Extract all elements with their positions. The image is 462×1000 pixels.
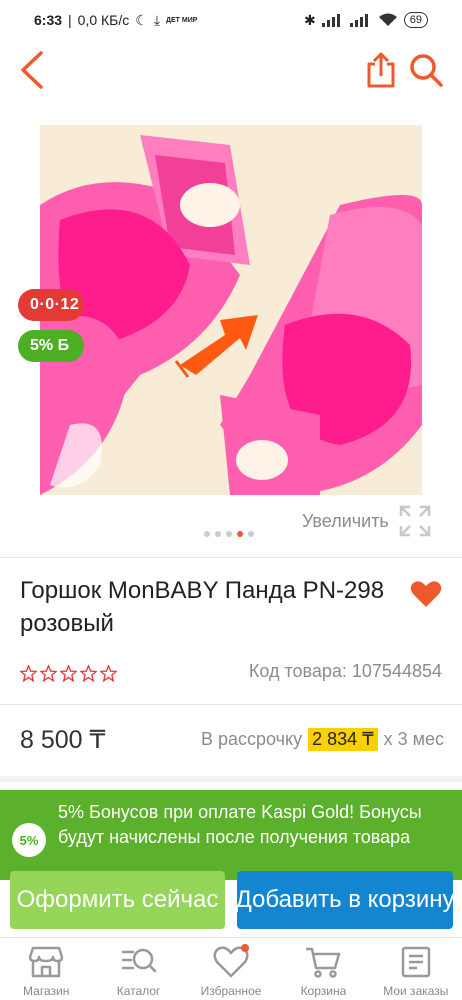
gallery-dot[interactable] xyxy=(204,531,210,537)
nav-label: Корзина xyxy=(300,984,347,998)
nav-item-cart[interactable]: Корзина xyxy=(277,938,369,1000)
star-outline-icon xyxy=(100,665,117,682)
installment-amount: 2 834 ₸ xyxy=(308,728,378,751)
wifi-icon xyxy=(378,13,397,26)
share-icon xyxy=(367,52,395,88)
bonus-banner[interactable]: 5% 5% Бонусов при оплате Kaspi Gold! Бон… xyxy=(0,790,462,880)
product-price: 8 500 ₸ xyxy=(20,726,106,754)
section-divider xyxy=(0,704,462,705)
nav-item-orders[interactable]: Мои заказы xyxy=(370,938,462,1000)
nav-item-store[interactable]: Магазин xyxy=(0,938,92,1000)
nav-label: Мои заказы xyxy=(383,984,449,998)
star-outline-icon xyxy=(40,665,57,682)
share-button[interactable] xyxy=(362,48,400,92)
signal-icon xyxy=(321,14,340,27)
signal-icon-2 xyxy=(349,14,368,27)
installment-suffix: x 3 мес xyxy=(383,729,444,749)
bonus-text: 5% Бонусов при оплате Kaspi Gold! Бонусы… xyxy=(58,802,422,847)
status-time: 6:33 xyxy=(34,12,63,28)
product-photo xyxy=(40,125,422,495)
download-icon: ⤓ xyxy=(153,11,161,28)
section-divider xyxy=(0,776,462,782)
installment-info: В рассрочку 2 834 ₸ x 3 мес xyxy=(201,728,444,751)
gallery-dot[interactable] xyxy=(248,531,254,537)
buy-now-button[interactable]: Оформить сейчас xyxy=(10,871,225,929)
bonus-badge: 5% Б xyxy=(18,330,84,362)
add-to-cart-button[interactable]: Добавить в корзину xyxy=(237,871,453,929)
status-left: 6:33 | 0,0 КБ/с ☾ ⤓ ДЕТ МИР xyxy=(34,12,197,29)
section-divider xyxy=(0,557,462,558)
status-right: ✱ 69 xyxy=(304,12,428,29)
gallery-dot[interactable] xyxy=(215,531,221,537)
app-header xyxy=(0,40,462,102)
nav-item-favorites[interactable]: Избранное xyxy=(185,938,277,1000)
nav-label: Избранное xyxy=(200,984,262,998)
back-button[interactable] xyxy=(12,48,52,92)
favorite-button[interactable] xyxy=(406,576,446,612)
chevron-left-icon xyxy=(21,51,43,89)
search-icon xyxy=(410,54,443,87)
zoom-label: Увеличить xyxy=(302,510,389,531)
notification-dot xyxy=(240,944,249,952)
bonus-percent-icon: 5% xyxy=(12,823,46,857)
installment-badge: 0·0·12 xyxy=(18,289,84,321)
product-image[interactable] xyxy=(40,125,422,495)
search-button[interactable] xyxy=(404,48,448,92)
nav-label: Каталог xyxy=(116,984,161,998)
app-mini-logo: ДЕТ МИР xyxy=(166,16,198,24)
gallery-pagination xyxy=(204,531,254,537)
star-outline-icon xyxy=(60,665,77,682)
status-bar: 6:33 | 0,0 КБ/с ☾ ⤓ ДЕТ МИР ✱ 69 xyxy=(0,0,462,40)
star-outline-icon xyxy=(20,665,37,682)
cart-icon xyxy=(306,947,341,978)
product-page: 6:33 | 0,0 КБ/с ☾ ⤓ ДЕТ МИР ✱ 69 0·0·12 … xyxy=(0,0,462,1000)
catalog-search-icon xyxy=(121,948,156,973)
rating-stars xyxy=(20,665,117,682)
battery-indicator: 69 xyxy=(403,12,428,28)
heart-filled-icon xyxy=(410,581,442,607)
status-speed: 0,0 КБ/с xyxy=(77,12,130,28)
expand-icon xyxy=(399,505,431,537)
bottom-nav: Магазин Каталог Избранное Корзина Мои за… xyxy=(0,937,462,1000)
installment-prefix: В рассрочку xyxy=(200,729,303,749)
bluetooth-icon: ✱ xyxy=(304,11,316,28)
gallery-dot[interactable] xyxy=(226,531,232,537)
nav-item-catalog[interactable]: Каталог xyxy=(92,938,184,1000)
product-code: Код товара: 107544854 xyxy=(248,661,442,681)
nav-label: Магазин xyxy=(23,984,70,998)
document-icon xyxy=(401,946,431,978)
zoom-button[interactable]: Увеличить xyxy=(302,505,431,537)
product-title: Горшок MonBABY Панда PN-298 розовый xyxy=(20,577,385,637)
gallery-dot-active[interactable] xyxy=(237,531,243,537)
store-icon xyxy=(29,946,64,978)
moon-icon: ☾ xyxy=(135,11,148,28)
status-divider: | xyxy=(68,12,72,28)
star-outline-icon xyxy=(80,665,97,682)
